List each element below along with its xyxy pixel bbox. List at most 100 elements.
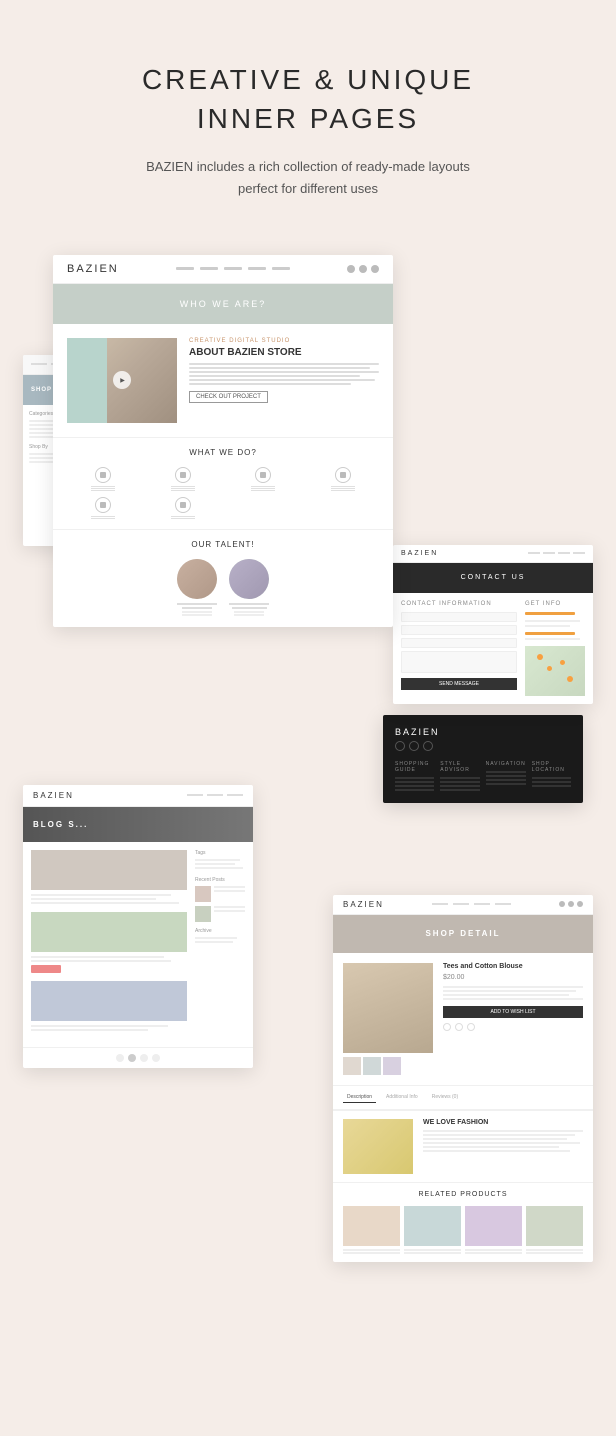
- footer-columns: SHOPPING GUIDE STYLE ADVISOR NAV: [395, 761, 571, 791]
- talent-photo: [177, 559, 217, 599]
- footer-col-location: SHOP LOCATION: [532, 761, 571, 791]
- contact-nav: BAZIEN: [393, 545, 593, 563]
- contact-field-message: [401, 651, 517, 673]
- product-thumb[interactable]: [383, 1057, 401, 1075]
- detail-nav: BAZIEN: [333, 895, 593, 915]
- related-product: [404, 1206, 461, 1254]
- blog-hero: BLOG S...: [23, 807, 253, 842]
- facebook-icon: [395, 741, 405, 751]
- recent-post: [195, 886, 245, 902]
- contact-nav-logo: BAZIEN: [401, 550, 438, 557]
- share-facebook-icon[interactable]: [443, 1023, 451, 1031]
- about-image: [67, 338, 177, 423]
- we-love-image: [343, 1119, 413, 1174]
- we-love-text: WE LOVE FASHION: [423, 1119, 583, 1174]
- pagination-next[interactable]: [152, 1054, 160, 1062]
- send-message-button[interactable]: SEND MESSAGE: [401, 678, 517, 690]
- contact-field-name: [401, 612, 517, 622]
- service-item: [147, 467, 219, 491]
- blog-post-image: [31, 981, 187, 1021]
- talent-grid: [67, 559, 379, 617]
- screenshots-container: SHOP SIDEBAR Categories Shop By: [23, 255, 593, 1335]
- detail-nav-logo: BAZIEN: [343, 900, 384, 909]
- contact-map: [525, 646, 585, 696]
- tab-reviews[interactable]: Reviews (0): [428, 1092, 462, 1103]
- footer-logo: BAZIEN: [395, 727, 571, 737]
- blog-pagination: [23, 1047, 253, 1068]
- footer-col-navigation: NAVIGATION: [486, 761, 526, 791]
- shop-detail-mockup: BAZIEN SHOP DETAIL: [333, 895, 593, 1262]
- related-product-image: [465, 1206, 522, 1246]
- contact-page-mockup: BAZIEN CONTACT US CONTACT INFORMATION SE…: [393, 545, 593, 704]
- read-more-button[interactable]: [31, 965, 61, 973]
- footer-col-shopping: SHOPPING GUIDE: [395, 761, 434, 791]
- product-main-image: [343, 963, 433, 1053]
- blog-post-image: [31, 912, 187, 952]
- product-images: [343, 963, 433, 1075]
- related-product-image: [343, 1206, 400, 1246]
- contact-hero: CONTACT US: [393, 563, 593, 593]
- blog-page-mockup: BAZIEN BLOG S...: [23, 785, 253, 1068]
- talent-person: [229, 559, 269, 617]
- about-nav-logo: BAZIEN: [67, 263, 119, 275]
- service-item: [227, 467, 299, 491]
- talent-person: [177, 559, 217, 617]
- recent-posts: [195, 886, 245, 922]
- related-products-section: RELATED PRODUCTS: [333, 1182, 593, 1262]
- about-nav: BAZIEN: [53, 255, 393, 284]
- tab-description[interactable]: Description: [343, 1092, 376, 1103]
- blog-main-content: [31, 850, 187, 1039]
- contact-field-phone: [401, 638, 517, 648]
- about-nav-links: [176, 267, 290, 270]
- product-thumbnails: [343, 1057, 433, 1075]
- we-love-fashion-section: WE LOVE FASHION: [333, 1110, 593, 1182]
- share-twitter-icon[interactable]: [455, 1023, 463, 1031]
- contact-info: GET INFO: [525, 601, 585, 696]
- related-product: [465, 1206, 522, 1254]
- footer-mockup: BAZIEN SHOPPING GUIDE STYLE ADVISOR: [383, 715, 583, 803]
- tab-additional-info[interactable]: Additional Info: [382, 1092, 422, 1103]
- detail-hero: SHOP DETAIL: [333, 915, 593, 953]
- services-grid: [67, 467, 379, 491]
- pagination-page-2[interactable]: [140, 1054, 148, 1062]
- blog-nav-logo: BAZIEN: [33, 791, 74, 800]
- twitter-icon: [409, 741, 419, 751]
- related-product-image: [526, 1206, 583, 1246]
- product-social-share: [443, 1023, 583, 1031]
- contact-form: CONTACT INFORMATION SEND MESSAGE: [401, 601, 517, 696]
- instagram-icon: [423, 741, 433, 751]
- blog-sidebar: Tags Recent Posts: [195, 850, 245, 1039]
- pagination-page-1[interactable]: [128, 1054, 136, 1062]
- share-pinterest-icon[interactable]: [467, 1023, 475, 1031]
- recent-post: [195, 906, 245, 922]
- product-info: Tees and Cotton Blouse $20.00 ADD TO WIS…: [443, 963, 583, 1075]
- blog-post: [31, 912, 187, 973]
- product-name: Tees and Cotton Blouse: [443, 963, 583, 970]
- add-to-wishlist-button[interactable]: ADD TO WISH LIST: [443, 1006, 583, 1018]
- footer-social: [395, 741, 571, 751]
- blog-post-image: [31, 850, 187, 890]
- blog-post: [31, 850, 187, 904]
- page-title: CREATIVE & UNIQUE INNER PAGES: [142, 60, 474, 138]
- related-products-grid: [343, 1206, 583, 1254]
- header-section: CREATIVE & UNIQUE INNER PAGES BAZIEN inc…: [142, 60, 474, 201]
- about-hero: WHO WE ARE?: [53, 284, 393, 324]
- contact-field-email: [401, 625, 517, 635]
- service-item: [307, 467, 379, 491]
- product-thumb[interactable]: [343, 1057, 361, 1075]
- service-item: [67, 497, 139, 519]
- related-product: [526, 1206, 583, 1254]
- pagination-prev[interactable]: [116, 1054, 124, 1062]
- service-item: [67, 467, 139, 491]
- related-product: [343, 1206, 400, 1254]
- product-thumb[interactable]: [363, 1057, 381, 1075]
- talent-section: OUR TALENT!: [53, 529, 393, 627]
- service-item: [147, 497, 219, 519]
- about-text: CREATIVE DIGITAL STUDIO ABOUT BAZIEN STO…: [189, 338, 379, 423]
- talent-photo: [229, 559, 269, 599]
- about-content: CREATIVE DIGITAL STUDIO ABOUT BAZIEN STO…: [53, 324, 393, 437]
- contact-body: CONTACT INFORMATION SEND MESSAGE GET INF…: [393, 593, 593, 704]
- blog-body: Tags Recent Posts: [23, 842, 253, 1047]
- product-tabs: Description Additional Info Reviews (0): [333, 1085, 593, 1110]
- play-button: [113, 371, 131, 389]
